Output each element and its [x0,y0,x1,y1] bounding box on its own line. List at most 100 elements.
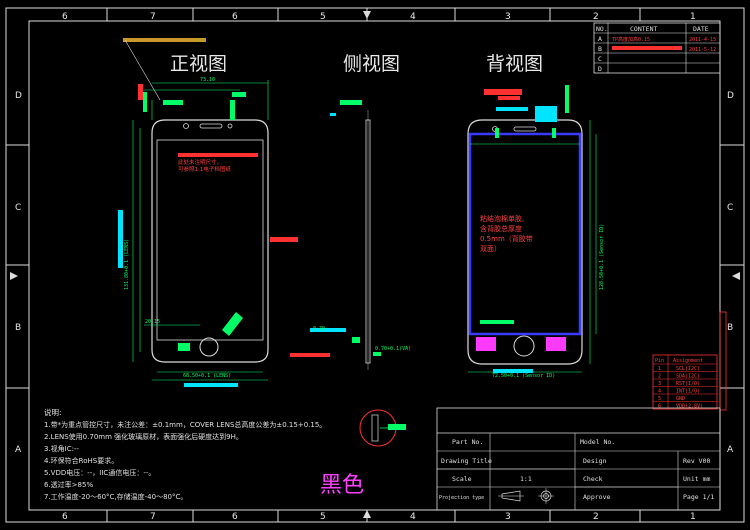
pin-table: Pin Assignment 1 SCL(I2C) 2 SDA(I2C) 3 R… [652,311,727,411]
pin-num: 1 [658,366,661,372]
note-line: 1.带*为重点管控尺寸，未注公差：±0.1mm，COVER LENS总高度公差为… [44,420,326,429]
zone-label-right: B [727,323,733,333]
tb-drawing-title: Drawing Title [441,457,492,465]
tb-design: Design [583,457,607,465]
back-view-title: 背视图 [486,53,543,75]
note-line: 4.环保符合RoHS要求。 [44,456,118,465]
front-red-mark [178,153,258,157]
back-view: 72.50+0.1 (Sensor ID) 128.50+0.1 (Sensor… [467,85,605,379]
front-height-mark [118,210,123,268]
zone-label-left: B [15,323,21,333]
front-annotation-2: 可参照1:1电子档图纸 [178,165,231,173]
tb-scale-label: Scale [452,475,472,483]
rev-header-date: DATE [693,25,709,33]
zone-label-right: A [727,445,734,455]
tb-rev: Rev V00 [683,457,710,465]
zone-label-bottom: 4 [410,512,416,522]
color-label: 黑色 [320,473,364,498]
pin-num: 5 [658,396,661,402]
dim-side-height: 0.70+0.1(VA) [375,346,411,352]
dim-front-bottom: 68.50+0.1 (LENS) [183,373,231,379]
dim-side-thickness: 0.70 [313,326,325,332]
rev-row-date: 2011-5-12 [689,47,716,53]
pin-assign: SDA(I2C) [676,374,700,380]
front-view: 73.10 68.50+0.1 (LENS) 20.15 131.80+0.1 … [118,38,330,387]
zone-label-top: 6 [62,12,68,22]
note-line: 2.LENS使用0.70mm 强化玻璃原材，表面强化后硬度达到9H。 [44,432,243,441]
revision-table: NO. CONTENT DATE A TP高度加高0.15 2011-4-15 … [593,22,721,74]
center-arrow-top [363,11,371,19]
zone-label-bottom: 1 [690,512,696,522]
zone-label-left: C [15,203,21,213]
note-line: 3.视角IC:-- [44,444,80,453]
zone-label-top: 5 [320,12,326,22]
front-view-title: 正视图 [170,53,227,75]
zone-label-left: D [15,91,22,101]
pin-assign: GND [676,396,685,402]
pin-assign: VDD(2.8V) [676,404,703,410]
pin-num: 6 [658,404,661,410]
back-annotation-1: 粘结泡棉单胶, [480,214,524,223]
zone-label-top: 4 [410,12,416,22]
pin-assign: RST(I/O) [676,381,700,387]
zone-label-top: 7 [150,12,156,22]
tb-page: Page 1/1 [683,493,714,501]
back-fpc-mark [535,106,557,122]
tb-scale-value: 1:1 [520,475,532,483]
rev-row-no: A [598,35,602,43]
zone-label-bottom: 2 [593,512,599,522]
pin-num: 4 [658,389,661,395]
projection-symbol-icon [498,488,554,504]
drawing-sheet: 67654321 67654321 D C B A D C B A 正视图 侧视… [0,0,750,530]
zone-label-top: 1 [690,12,696,22]
dim-back-width: 72.50+0.1 (Sensor ID) [492,373,555,379]
tb-part-no: Part No. [452,438,483,446]
notes-block: 说明: 1.带*为重点管控尺寸，未注公差：±0.1mm，COVER LENS总高… [44,407,326,501]
back-annotation-3: 0.5mm（背胶带 [480,234,533,243]
back-pad-left [476,337,496,351]
zone-label-left: A [15,445,22,455]
zone-label-bottom: 6 [232,512,238,522]
center-arrow-bottom [363,510,371,518]
note-line: 7.工作温度-20～60°C,存储温度-40～80°C。 [44,492,187,501]
dim-front-width: 73.10 [200,77,215,83]
zone-label-bottom: 7 [150,512,156,522]
tb-model-no: Model No. [580,438,615,446]
sensor-va-outline [468,132,582,336]
rev-row-no: B [598,45,602,53]
pin-header-pin: Pin [655,358,664,364]
note-line: 6.透过率>85% [44,480,93,489]
rev-row-no: C [598,55,602,63]
front-annotation-1: 此处未注明尺寸， [178,158,222,166]
dim-front-height: 131.80+0.1 (LENS) [124,239,130,290]
rev-row-content: TP高度加高0.15 [612,36,650,43]
zone-label-right: D [727,91,734,101]
title-block: Part No. Drawing Title Scale 1:1 Project… [436,407,721,511]
zone-label-bottom: 3 [505,512,511,522]
center-arrow-right [732,272,740,280]
pin-num: 2 [658,374,661,380]
cad-drawing: 67654321 67654321 D C B A D C B A 正视图 侧视… [5,7,745,523]
rev-header-no: NO. [596,25,608,33]
zone-label-right: C [727,203,733,213]
back-annotation-2: 含背胶总厚度 [480,224,522,233]
zone-label-top: 2 [593,12,599,22]
tb-unit: Unit mm [683,475,710,483]
zone-label-bottom: 6 [62,512,68,522]
center-arrow-left [10,272,18,280]
dim-back-height: 128.50+0.1 (Sensor ID) [599,224,605,290]
side-view-title: 侧视图 [343,53,400,75]
back-pad-right [546,337,566,351]
front-arrow-mark [222,312,243,336]
rev-header-content: CONTENT [630,25,657,33]
pin-assign: SCL(I2C) [676,366,700,372]
side-view: 0.70 0.70+0.1(VA) [310,100,411,370]
dim-front-small: 20.15 [145,319,160,325]
pin-num: 3 [658,381,661,387]
front-leader-mark [123,38,206,42]
zone-label-top: 3 [505,12,511,22]
tb-approve: Approve [583,493,610,501]
detail-view [359,409,406,447]
pin-assign: INT(I/O) [676,389,700,395]
notes-heading: 说明: [44,407,62,417]
